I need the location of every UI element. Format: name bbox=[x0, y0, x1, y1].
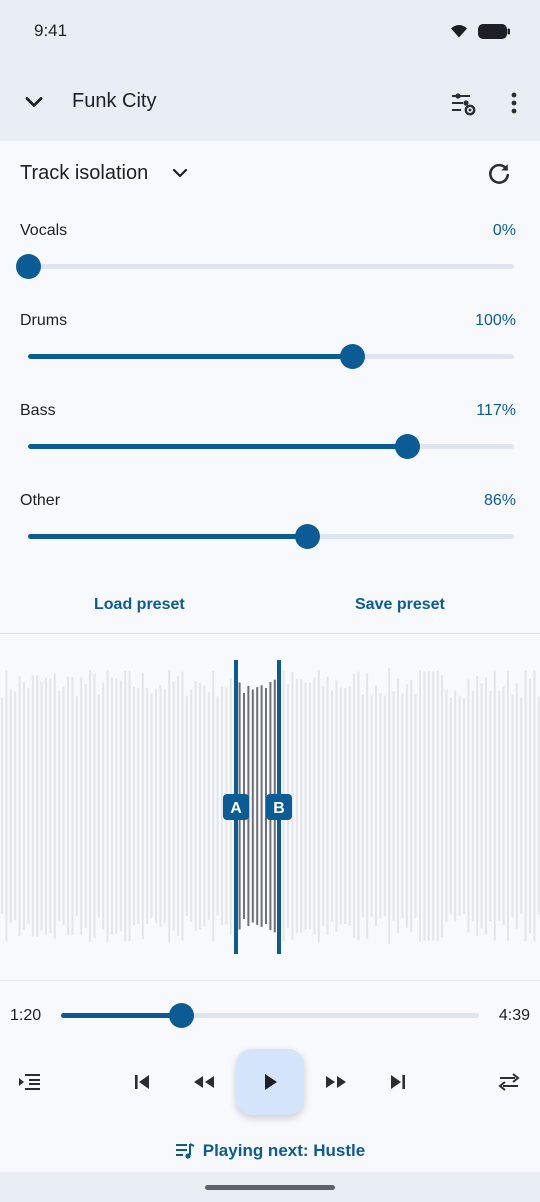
bass-slider[interactable] bbox=[28, 434, 514, 459]
page-title: Funk City bbox=[72, 90, 157, 112]
track-isolation-panel: Track isolation Vocals 0% Drums 100% Bas… bbox=[0, 141, 540, 633]
playing-next[interactable]: Playing next: Hustle bbox=[0, 1141, 540, 1161]
battery-icon bbox=[478, 23, 510, 39]
repeat-icon bbox=[498, 1073, 520, 1091]
slider-thumb[interactable] bbox=[395, 434, 421, 459]
load-preset-button[interactable]: Load preset bbox=[94, 596, 185, 614]
tune-settings-icon[interactable] bbox=[449, 90, 477, 118]
seek-bar[interactable] bbox=[61, 1003, 479, 1028]
wifi-icon bbox=[451, 25, 467, 38]
more-vert-icon[interactable] bbox=[500, 90, 528, 118]
player-controls: 1:20 4:39 Playing next: Hustle bbox=[0, 980, 540, 1172]
status-time: 9:41 bbox=[34, 21, 68, 40]
waveform-canvas[interactable]: AB bbox=[0, 634, 540, 980]
slider-fill bbox=[28, 354, 352, 359]
fast-forward-button[interactable] bbox=[320, 1066, 352, 1098]
skip-previous-icon bbox=[135, 1075, 149, 1089]
chevron-down-icon[interactable] bbox=[20, 88, 48, 116]
isolation-title[interactable]: Track isolation bbox=[20, 162, 148, 185]
slider-percent: 100% bbox=[475, 312, 516, 329]
play-icon bbox=[265, 1074, 277, 1090]
playing-next-label: Playing next: Hustle bbox=[202, 1141, 366, 1160]
status-bar: 9:41 bbox=[0, 0, 540, 62]
loop-marker-label: A bbox=[230, 800, 242, 817]
vocals-slider[interactable] bbox=[16, 254, 514, 279]
other-slider[interactable] bbox=[28, 524, 514, 549]
rewind-icon bbox=[194, 1076, 214, 1088]
slider-percent: 86% bbox=[483, 492, 516, 509]
slider-row-other: Other 86% bbox=[0, 492, 540, 582]
duration: 4:39 bbox=[498, 1007, 530, 1024]
slider-row-bass: Bass 117% bbox=[0, 402, 540, 492]
seek-fill bbox=[61, 1013, 181, 1018]
status-icons bbox=[450, 23, 510, 39]
refresh-icon[interactable] bbox=[485, 160, 513, 188]
slider-percent: 0% bbox=[492, 222, 516, 239]
slider-row-vocals: Vocals 0% bbox=[0, 222, 540, 312]
slider-label: Other bbox=[20, 492, 61, 509]
queue-indent-icon bbox=[19, 1074, 40, 1090]
skip-next-button[interactable] bbox=[382, 1066, 414, 1098]
home-indicator[interactable] bbox=[205, 1185, 335, 1190]
rewind-button[interactable] bbox=[188, 1066, 220, 1098]
skip-previous-button[interactable] bbox=[126, 1066, 158, 1098]
playlist-icon bbox=[175, 1143, 195, 1159]
slider-label: Drums bbox=[20, 312, 68, 329]
slider-fill bbox=[28, 534, 307, 539]
app-bar: Funk City bbox=[0, 62, 540, 142]
waveform[interactable]: AB bbox=[0, 634, 540, 980]
queue-indent-button[interactable] bbox=[13, 1066, 45, 1098]
current-time: 1:20 bbox=[10, 1007, 42, 1024]
slider-thumb[interactable] bbox=[294, 524, 320, 549]
gesture-nav-bar bbox=[0, 1172, 540, 1202]
save-preset-button[interactable]: Save preset bbox=[355, 596, 445, 614]
slider-percent: 117% bbox=[476, 402, 516, 419]
dropdown-chevron-icon[interactable] bbox=[168, 161, 192, 185]
drums-slider[interactable] bbox=[28, 344, 514, 369]
skip-next-icon bbox=[391, 1075, 405, 1089]
repeat-button[interactable] bbox=[493, 1066, 525, 1098]
seek-thumb[interactable] bbox=[168, 1003, 194, 1028]
slider-fill bbox=[28, 444, 408, 449]
slider-label: Bass bbox=[20, 402, 56, 419]
play-button[interactable] bbox=[236, 1049, 304, 1115]
slider-thumb[interactable] bbox=[339, 344, 365, 369]
slider-thumb[interactable] bbox=[16, 254, 41, 279]
slider-label: Vocals bbox=[20, 222, 68, 239]
loop-marker-label: B bbox=[273, 800, 285, 817]
fast-forward-icon bbox=[326, 1076, 346, 1088]
slider-row-drums: Drums 100% bbox=[0, 312, 540, 402]
